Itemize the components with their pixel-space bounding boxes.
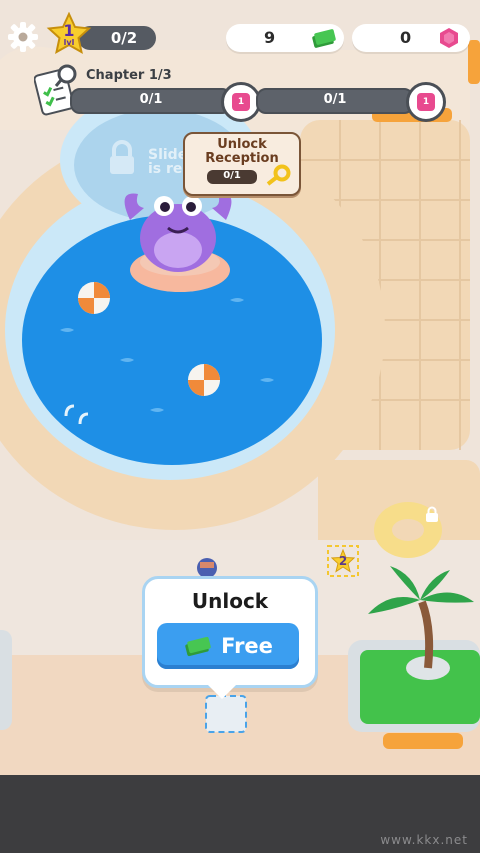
cash-icon [185, 636, 211, 657]
stage-2-reward-count: 1 [422, 97, 430, 107]
level-sub-label: lvl [63, 38, 75, 47]
gem-amount: 0 [400, 28, 412, 47]
free-unlock-button[interactable]: Free [157, 623, 299, 669]
gear-icon [8, 22, 38, 52]
star-marker[interactable]: 2 [330, 548, 356, 573]
watermark-text: www.kkx.net [380, 833, 468, 847]
unlock-title: Unlock [191, 589, 269, 613]
locked-hint-line-2: is re [148, 161, 183, 177]
unlock-popup: Unlock Free [142, 576, 318, 688]
locked-hint-line-1: Slide [148, 147, 188, 163]
gem-counter[interactable]: 0 [352, 24, 470, 52]
chapter-title: Chapter 1/3 [86, 68, 172, 83]
reception-card-title: Unlock Reception [185, 138, 299, 166]
gem-icon [440, 28, 458, 48]
settings-button[interactable] [6, 20, 40, 54]
level-badge[interactable]: 1 lvl [46, 11, 92, 58]
stage-1-reward-count: 1 [237, 97, 245, 107]
chapter-stage-1-bar: 0/1 [70, 88, 232, 114]
cash-counter[interactable]: 9 [226, 24, 344, 52]
free-button-label: Free [221, 634, 273, 658]
popup-pointer [204, 681, 240, 699]
star-marker-number: 2 [338, 554, 348, 568]
reception-title-text: Unlock Reception [205, 137, 279, 166]
stage-2-progress: 0/1 [323, 92, 347, 107]
stage-1-progress: 0/1 [139, 92, 163, 107]
locked-area-hint: Slide is re [148, 148, 187, 176]
reception-progress-text: 0/1 [223, 170, 241, 181]
reception-progress-bar: 0/1 [207, 170, 257, 184]
key-icon [266, 164, 291, 186]
stage-2-reward-node[interactable]: 1 [406, 82, 446, 122]
cash-icon [312, 29, 336, 48]
cash-amount: 9 [264, 28, 276, 47]
padlock-icon [425, 506, 439, 522]
unlock-reception-card[interactable]: Unlock Reception 0/1 [183, 132, 301, 196]
gem-icon: 1 [417, 93, 435, 111]
bottom-bar: www.kkx.net [0, 775, 480, 853]
stage-1-reward-node[interactable]: 1 [221, 82, 261, 122]
gem-icon: 1 [232, 93, 250, 111]
chapter-stage-2-bar: 0/1 [256, 88, 414, 114]
